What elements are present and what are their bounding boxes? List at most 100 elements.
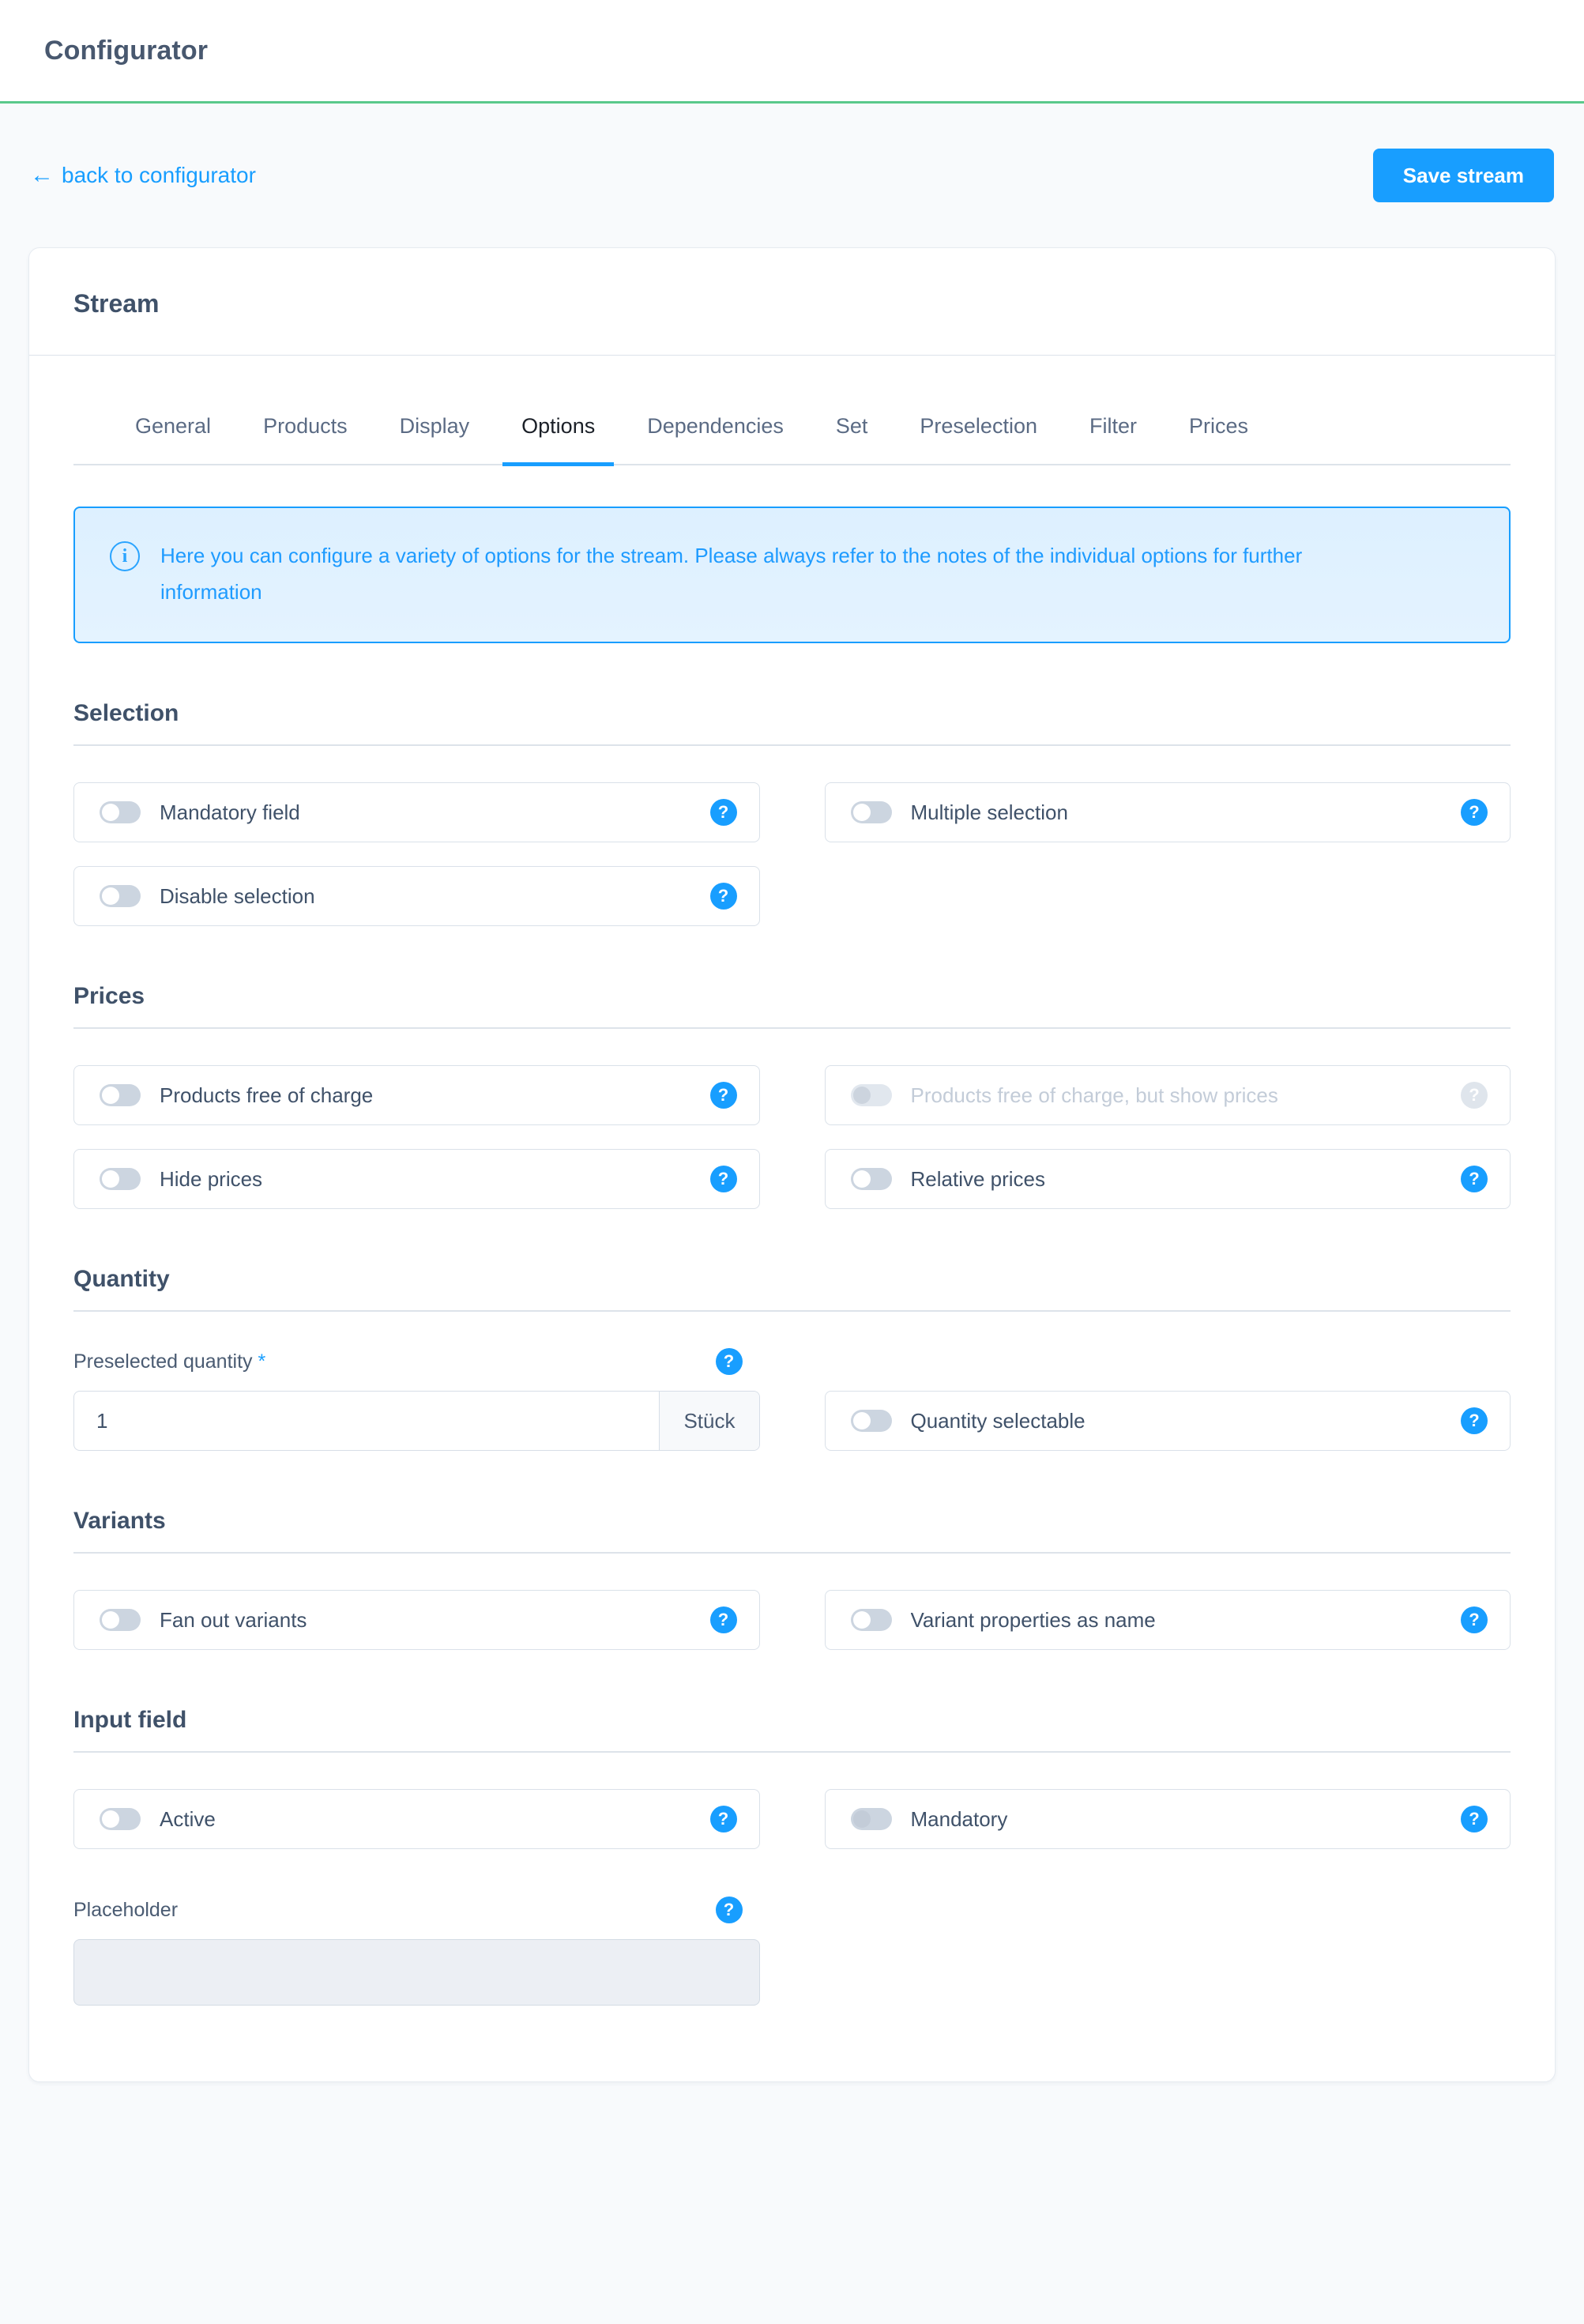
option-fan-out-variants[interactable]: Fan out variants ?	[73, 1590, 760, 1650]
option-multiple-selection[interactable]: Multiple selection ?	[824, 782, 1511, 842]
option-input-active[interactable]: Active ?	[73, 1789, 760, 1849]
help-icon[interactable]: ?	[709, 1166, 737, 1192]
toggle-switch[interactable]	[100, 1808, 141, 1830]
tab-preselection[interactable]: Preselection	[920, 397, 1037, 466]
option-quantity-selectable[interactable]: Quantity selectable ?	[824, 1391, 1511, 1451]
toggle-switch	[850, 1084, 892, 1106]
tab-products[interactable]: Products	[263, 397, 348, 466]
back-link-label: back to configurator	[62, 163, 256, 187]
info-alert: i Here you can configure a variety of op…	[73, 507, 1511, 643]
section-prices: Prices Products free of charge ? Product…	[73, 983, 1511, 1209]
page-body: ← back to configurator Save stream Strea…	[0, 104, 1584, 2324]
toggle-switch[interactable]	[850, 801, 892, 823]
toggle-switch[interactable]	[850, 1808, 892, 1830]
grid-spacer	[825, 1873, 1511, 2006]
option-label: Active	[160, 1806, 216, 1831]
section-variants-title: Variants	[73, 1508, 1511, 1554]
placeholder-label-row: Placeholder ?	[73, 1896, 760, 1923]
section-variants-grid: Fan out variants ? Variant properties as…	[73, 1590, 1511, 1650]
preselected-quantity-label-row: Preselected quantity * ?	[73, 1348, 760, 1375]
help-icon[interactable]: ?	[1461, 1407, 1488, 1434]
save-stream-button[interactable]: Save stream	[1372, 149, 1554, 202]
option-label: Products free of charge	[160, 1083, 374, 1107]
option-label: Mandatory	[910, 1806, 1008, 1831]
stream-card: Stream General Products Display Options …	[28, 247, 1556, 2082]
option-label: Multiple selection	[910, 800, 1068, 824]
section-quantity-title: Quantity	[73, 1266, 1511, 1312]
option-label: Relative prices	[910, 1166, 1046, 1191]
option-relative-prices[interactable]: Relative prices ?	[824, 1149, 1511, 1209]
help-icon: ?	[1461, 1082, 1488, 1109]
option-hide-prices[interactable]: Hide prices ?	[73, 1149, 760, 1209]
page-title: Configurator	[44, 35, 209, 66]
toggle-switch[interactable]	[100, 801, 141, 823]
section-quantity: Quantity Preselected quantity * ? S	[73, 1266, 1511, 1451]
option-label: Products free of charge, but show prices	[910, 1083, 1278, 1107]
help-icon[interactable]: ?	[709, 799, 737, 826]
toggle-switch[interactable]	[100, 1609, 141, 1631]
tab-dependencies[interactable]: Dependencies	[647, 397, 784, 466]
back-to-configurator-link[interactable]: ← back to configurator	[30, 163, 256, 188]
option-products-free-of-charge[interactable]: Products free of charge ?	[73, 1065, 760, 1125]
preselected-quantity-field: Preselected quantity * ? Stück	[73, 1348, 760, 1451]
option-label: Fan out variants	[160, 1607, 307, 1632]
toggle-switch[interactable]	[100, 1168, 141, 1190]
tab-prices[interactable]: Prices	[1189, 397, 1248, 466]
toggle-switch[interactable]	[850, 1168, 892, 1190]
section-variants: Variants Fan out variants ? Variant prop…	[73, 1508, 1511, 1650]
option-label: Variant properties as name	[910, 1607, 1156, 1632]
quantity-selectable-wrap: Quantity selectable ?	[824, 1348, 1511, 1451]
toggle-switch[interactable]	[850, 1410, 892, 1432]
stream-tabs: General Products Display Options Depende…	[73, 397, 1511, 466]
help-icon[interactable]: ?	[1461, 1166, 1488, 1192]
page-toolbar: ← back to configurator Save stream	[28, 104, 1556, 247]
option-input-mandatory[interactable]: Mandatory ?	[824, 1789, 1511, 1849]
arrow-left-icon: ←	[30, 162, 54, 188]
help-icon[interactable]: ?	[715, 1896, 743, 1923]
placeholder-input	[73, 1939, 760, 2006]
section-quantity-grid: Preselected quantity * ? Stück	[73, 1348, 1511, 1451]
help-icon[interactable]: ?	[709, 1082, 737, 1109]
help-icon[interactable]: ?	[715, 1348, 743, 1375]
section-selection-grid: Mandatory field ? Multiple selection ? D…	[73, 782, 1511, 926]
option-label: Hide prices	[160, 1166, 263, 1191]
option-mandatory-field[interactable]: Mandatory field ?	[73, 782, 760, 842]
placeholder-label: Placeholder	[73, 1898, 179, 1921]
toggle-switch[interactable]	[100, 1084, 141, 1106]
stream-card-header: Stream	[29, 248, 1555, 356]
option-products-free-of-charge-show-prices: Products free of charge, but show prices…	[824, 1065, 1511, 1125]
section-prices-grid: Products free of charge ? Products free …	[73, 1065, 1511, 1209]
help-icon[interactable]: ?	[709, 883, 737, 910]
field-label-text: Preselected quantity	[73, 1350, 253, 1373]
tab-options[interactable]: Options	[502, 397, 615, 466]
help-icon[interactable]: ?	[709, 1806, 737, 1832]
toggle-switch[interactable]	[100, 885, 141, 907]
section-selection-title: Selection	[73, 700, 1511, 746]
help-icon[interactable]: ?	[709, 1606, 737, 1633]
quantity-unit-suffix: Stück	[659, 1392, 759, 1450]
tab-filter[interactable]: Filter	[1089, 397, 1137, 466]
toggle-switch[interactable]	[850, 1609, 892, 1631]
tab-general[interactable]: General	[135, 397, 211, 466]
preselected-quantity-input-group: Stück	[73, 1391, 760, 1451]
tab-set[interactable]: Set	[836, 397, 868, 466]
help-icon[interactable]: ?	[1461, 1806, 1488, 1832]
section-input-field-title: Input field	[73, 1707, 1511, 1753]
option-label: Mandatory field	[160, 800, 300, 824]
info-icon: i	[110, 541, 140, 571]
info-alert-text: Here you can configure a variety of opti…	[160, 544, 1303, 604]
preselected-quantity-label: Preselected quantity *	[73, 1350, 265, 1373]
help-icon[interactable]: ?	[1461, 799, 1488, 826]
app-header: Configurator	[0, 0, 1584, 104]
preselected-quantity-input[interactable]	[74, 1392, 660, 1450]
section-selection: Selection Mandatory field ? Multiple sel…	[73, 700, 1511, 926]
option-label: Quantity selectable	[910, 1408, 1085, 1433]
grid-spacer	[825, 866, 1511, 926]
option-variant-properties-as-name[interactable]: Variant properties as name ?	[824, 1590, 1511, 1650]
tab-display[interactable]: Display	[400, 397, 470, 466]
section-input-field-grid: Active ? Mandatory ? Placeholder ?	[73, 1789, 1511, 2006]
option-disable-selection[interactable]: Disable selection ?	[73, 866, 760, 926]
stream-card-title: Stream	[73, 289, 160, 318]
section-input-field: Input field Active ? Mandatory ? Placeho…	[73, 1707, 1511, 2006]
help-icon[interactable]: ?	[1461, 1606, 1488, 1633]
